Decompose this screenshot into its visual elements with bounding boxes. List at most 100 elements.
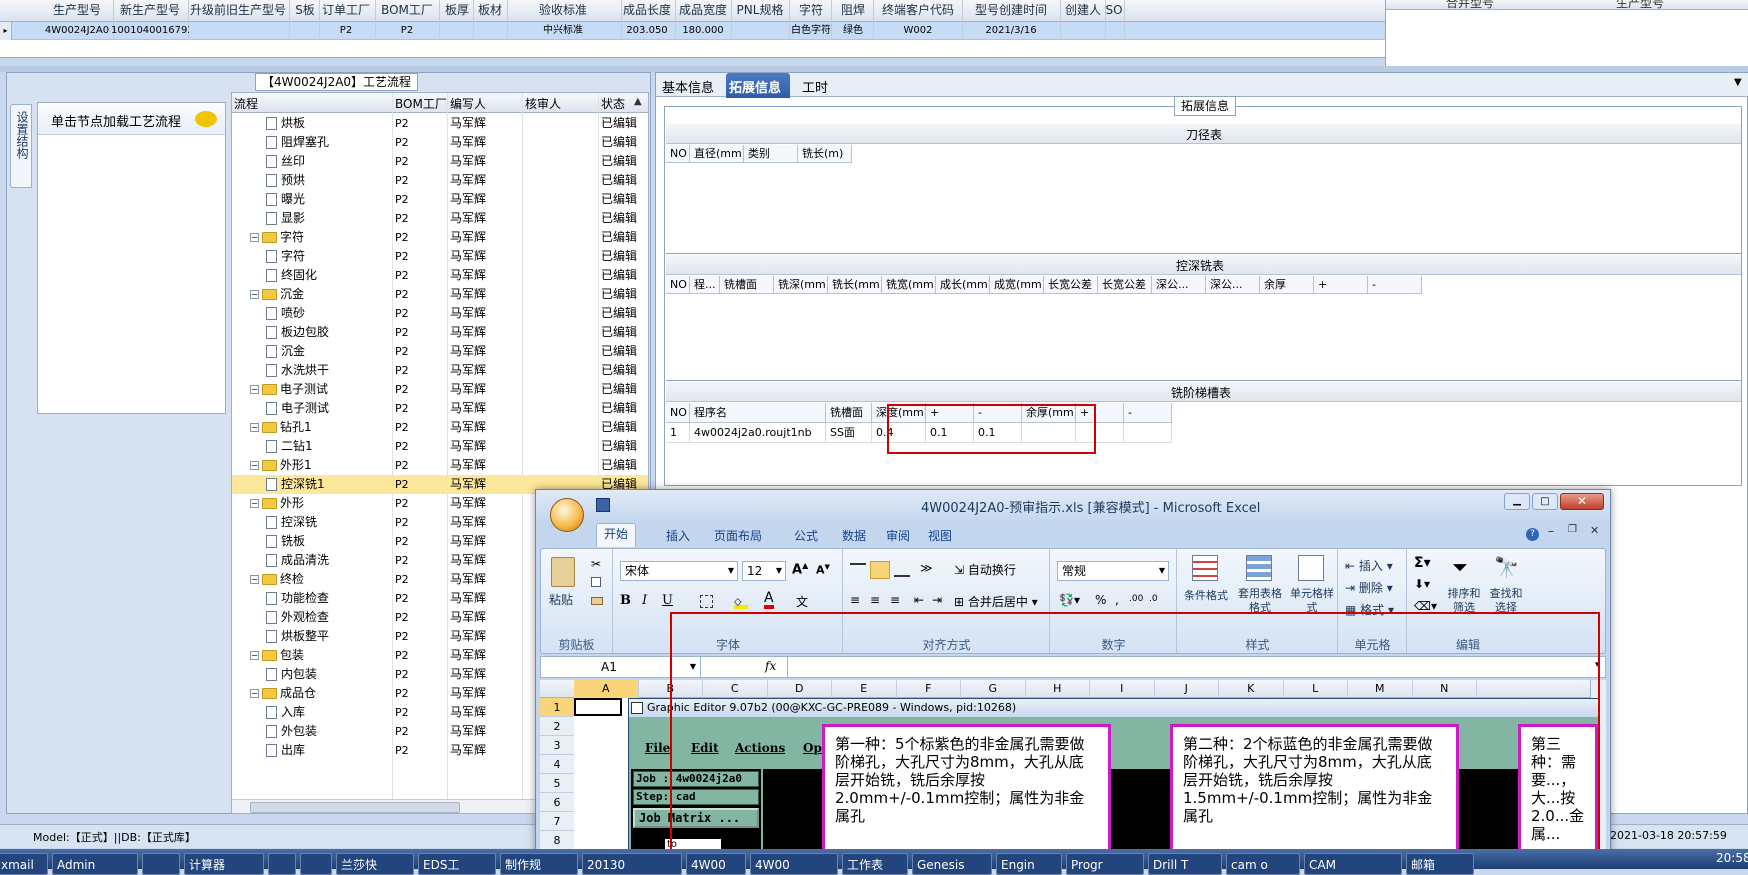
expand-toggle-icon[interactable]: − <box>250 423 259 432</box>
table-format-button[interactable]: 套用表格格式 <box>1234 587 1286 615</box>
minimize-button[interactable]: ▁ <box>1504 493 1530 510</box>
tree-node[interactable]: − 外形1 <box>250 456 312 475</box>
tree-node[interactable]: 控深铣 <box>266 513 317 532</box>
tree-node[interactable]: 阻焊塞孔 <box>266 133 329 152</box>
table-header-cell[interactable]: 余厚 <box>1260 276 1314 294</box>
row-header[interactable]: 7 <box>540 812 574 831</box>
sort-filter-icon[interactable]: ⏷ <box>1452 555 1468 579</box>
col-header-bom[interactable]: BOM工厂 <box>395 95 447 112</box>
autosum-icon[interactable]: Σ▾ <box>1414 555 1431 571</box>
ge-menu-item[interactable]: File <box>645 741 670 755</box>
tab-dropdown-icon[interactable]: ▼ <box>1734 77 1742 88</box>
row-header[interactable]: 5 <box>540 774 574 793</box>
top-grid-header[interactable]: BOM工厂 <box>376 1 438 19</box>
italic-icon[interactable]: I <box>642 593 647 608</box>
tree-node[interactable]: 烘板整平 <box>266 627 329 646</box>
expand-toggle-icon[interactable]: − <box>250 575 259 584</box>
taskbar-item[interactable]: EDS工 <box>418 853 496 875</box>
table-header-cell[interactable]: 深公... <box>1206 276 1260 294</box>
ribbon-tab[interactable]: 视图 <box>920 526 960 550</box>
row-header[interactable]: 1 <box>540 698 574 717</box>
row-header[interactable]: 4 <box>540 755 574 774</box>
row-header[interactable]: 6 <box>540 793 574 812</box>
align-bottom-icon[interactable] <box>894 563 910 577</box>
table-header-cell[interactable]: 成宽(mm) <box>990 276 1044 294</box>
top-grid-header[interactable]: 型号创建时间 <box>963 1 1059 19</box>
tree-row[interactable]: 显影 P2 马军辉 已编辑 <box>232 209 648 228</box>
top-grid-header[interactable]: 升级前旧生产型号 <box>188 1 288 19</box>
tree-node[interactable]: 功能检查 <box>266 589 329 608</box>
table-header-cell[interactable]: 深公... <box>1152 276 1206 294</box>
tree-node[interactable]: 电子测试 <box>266 399 329 418</box>
table-header-cell[interactable]: 程... <box>690 276 720 294</box>
tree-node[interactable]: 成品清洗 <box>266 551 329 570</box>
tray-clock[interactable]: 20:58 <box>1716 851 1748 865</box>
taskbar-item[interactable]: 4W00 <box>686 853 746 875</box>
conditional-format-icon[interactable] <box>1192 555 1218 581</box>
tree-row[interactable]: 预烘 P2 马军辉 已编辑 <box>232 171 648 190</box>
tree-row[interactable]: 终固化 P2 马军辉 已编辑 <box>232 266 648 285</box>
align-middle-icon[interactable] <box>870 561 890 579</box>
top-grid-header[interactable]: 生产型号 <box>42 1 112 19</box>
cell-style-button[interactable]: 单元格样式 <box>1288 587 1336 615</box>
tree-node[interactable]: 入库 <box>266 703 305 722</box>
tree-node[interactable]: 丝印 <box>266 152 305 171</box>
conditional-format-button[interactable]: 条件格式 <box>1180 587 1232 603</box>
tree-node[interactable]: − 沉金 <box>250 285 304 304</box>
tree-node[interactable]: 沉金 <box>266 342 305 361</box>
table-header-cell[interactable]: NO <box>666 145 690 163</box>
find-select-icon[interactable]: 🔭 <box>1494 555 1519 579</box>
top-grid-header[interactable]: 验收标准 <box>506 1 620 19</box>
sort-filter-button[interactable]: 排序和筛选 <box>1444 587 1484 615</box>
top-grid-header[interactable]: SO <box>1105 1 1123 19</box>
tree-node[interactable]: 铣板 <box>266 532 305 551</box>
col-header-status[interactable]: 状态 <box>601 95 625 112</box>
taskbar-item[interactable]: 4W00 <box>750 853 838 875</box>
taskbar-item[interactable]: Admin <box>52 853 138 875</box>
tree-node[interactable]: − 电子测试 <box>250 380 328 399</box>
ribbon-restore-icon[interactable]: ❐ <box>1568 524 1577 535</box>
tree-node[interactable]: − 字符 <box>250 228 304 247</box>
merge-center-button[interactable]: ⊞ 合并后居中 ▾ <box>954 593 1038 610</box>
insert-button[interactable]: ⇤ 插入 ▾ <box>1345 557 1393 574</box>
tree-hscroll-thumb[interactable] <box>250 802 460 813</box>
top-grid-header[interactable]: 成品宽度 <box>676 1 730 19</box>
tree-node[interactable]: 显影 <box>266 209 305 228</box>
font-name-select[interactable]: 宋体 ▼ <box>620 561 738 581</box>
tree-row[interactable]: 丝印 P2 马军辉 已编辑 <box>232 152 648 171</box>
cell-style-icon[interactable] <box>1298 555 1324 581</box>
tree-node[interactable]: 出库 <box>266 741 305 760</box>
tree-node[interactable]: 喷砂 <box>266 304 305 323</box>
tree-row[interactable]: 曝光 P2 马军辉 已编辑 <box>232 190 648 209</box>
fill-icon[interactable]: ⬇▾ <box>1414 577 1430 591</box>
taskbar-item[interactable]: 20130 <box>582 853 682 875</box>
top-grid-header[interactable]: 板材 <box>474 1 506 19</box>
align-left-icon[interactable]: ≡ <box>850 593 860 607</box>
taskbar-item[interactable]: CAM <box>1304 853 1402 875</box>
top-grid-header[interactable]: PNL规格 <box>732 1 788 19</box>
top-grid-header[interactable]: 终端客户代码 <box>875 1 961 19</box>
table-header-cell[interactable]: 铣长(m) <box>798 145 852 163</box>
top-grid-header[interactable]: 板厚 <box>442 1 472 19</box>
taskbar-item[interactable]: 工作表 <box>842 853 908 875</box>
tree-row[interactable]: 沉金 P2 马军辉 已编辑 <box>232 342 648 361</box>
tree-node[interactable]: 预烘 <box>266 171 305 190</box>
tree-row[interactable]: 字符 P2 马军辉 已编辑 <box>232 247 648 266</box>
table-header-cell[interactable]: 成长(mm) <box>936 276 990 294</box>
wrap-text-button[interactable]: ⇲ 自动换行 <box>954 561 1016 578</box>
ribbon-tab[interactable]: 页面布局 <box>706 526 770 550</box>
tree-row[interactable]: 板边包胶 P2 马军辉 已编辑 <box>232 323 648 342</box>
taskbar-item[interactable]: Genesis <box>912 853 992 875</box>
ribbon-tab[interactable]: 插入 <box>658 526 698 550</box>
column-header[interactable]: A <box>574 680 639 698</box>
ribbon-close-icon[interactable]: ✕ <box>1590 524 1599 537</box>
table-header-cell[interactable]: 铣宽(mm) <box>882 276 936 294</box>
table-header-cell[interactable]: 铣深(mm) <box>774 276 828 294</box>
expand-toggle-icon[interactable]: − <box>250 689 259 698</box>
align-top-icon[interactable] <box>850 563 866 577</box>
tab-extend-info[interactable]: 拓展信息 <box>726 73 790 98</box>
table-header-cell[interactable]: 程序名 <box>690 403 826 423</box>
font-color-icon[interactable]: A <box>764 591 774 609</box>
tree-node[interactable]: 板边包胶 <box>266 323 329 342</box>
tree-row[interactable]: 喷砂 P2 马军辉 已编辑 <box>232 304 648 323</box>
